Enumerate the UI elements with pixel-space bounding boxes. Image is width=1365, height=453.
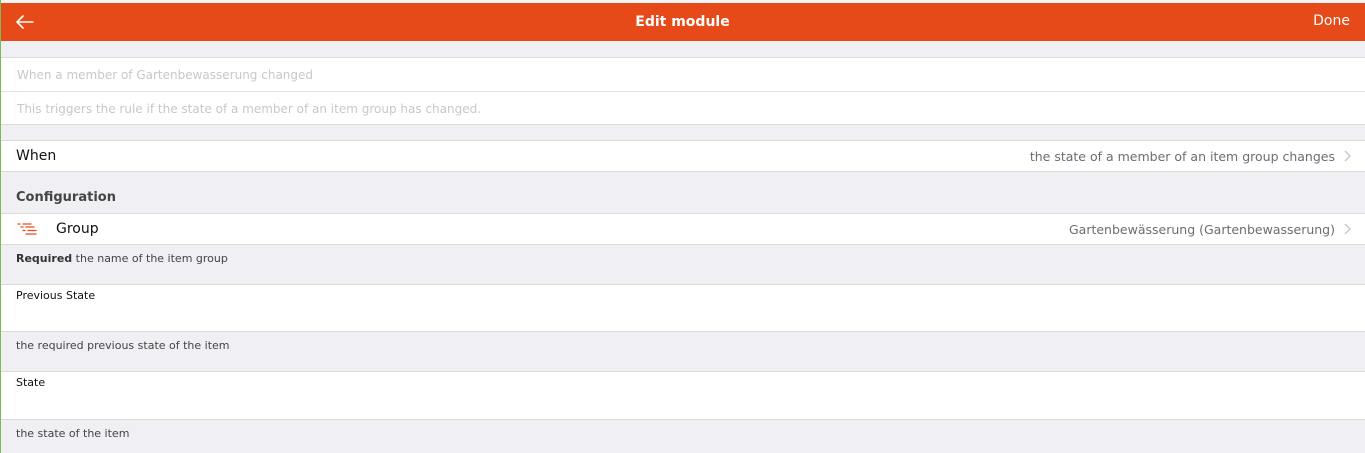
- module-info-block: [1, 57, 1365, 125]
- chevron-right-icon: [1344, 223, 1351, 235]
- label-input[interactable]: [17, 67, 1365, 82]
- state-field: State: [1, 371, 1365, 420]
- group-description: the name of the item group: [75, 252, 228, 265]
- when-label: When: [16, 148, 57, 164]
- state-label: State: [16, 376, 46, 389]
- previous-state-description: the required previous state of the item: [16, 339, 230, 352]
- previous-state-field: Previous State: [1, 284, 1365, 332]
- configuration-title: Configuration: [16, 190, 116, 205]
- state-description: the state of the item: [16, 427, 130, 440]
- chevron-right-icon: [1344, 150, 1351, 162]
- previous-state-input[interactable]: [16, 305, 1350, 327]
- page-title: Edit module: [635, 14, 730, 30]
- group-row[interactable]: Group Gartenbewässerung (Gartenbewasseru…: [1, 213, 1365, 245]
- done-button[interactable]: Done: [1313, 13, 1350, 29]
- left-edge: [0, 0, 1, 453]
- group-value: Gartenbewässerung (Gartenbewasserung): [1068, 221, 1335, 237]
- arrow-left-icon: [16, 15, 34, 29]
- description-input[interactable]: [17, 101, 1365, 116]
- previous-state-label: Previous State: [16, 289, 96, 302]
- list-icon: [17, 223, 37, 235]
- label-field-row: [17, 58, 1365, 91]
- required-label: Required: [16, 252, 73, 265]
- group-label: Group: [56, 221, 99, 237]
- when-row[interactable]: When the state of a member of an item gr…: [1, 140, 1365, 172]
- back-button[interactable]: [14, 11, 36, 33]
- description-field-row: [17, 92, 1365, 125]
- state-input[interactable]: [16, 392, 1350, 414]
- group-help-text: Required the name of the item group: [16, 252, 228, 265]
- when-value: the state of a member of an item group c…: [1029, 148, 1335, 164]
- navbar: Edit module Done: [0, 3, 1365, 41]
